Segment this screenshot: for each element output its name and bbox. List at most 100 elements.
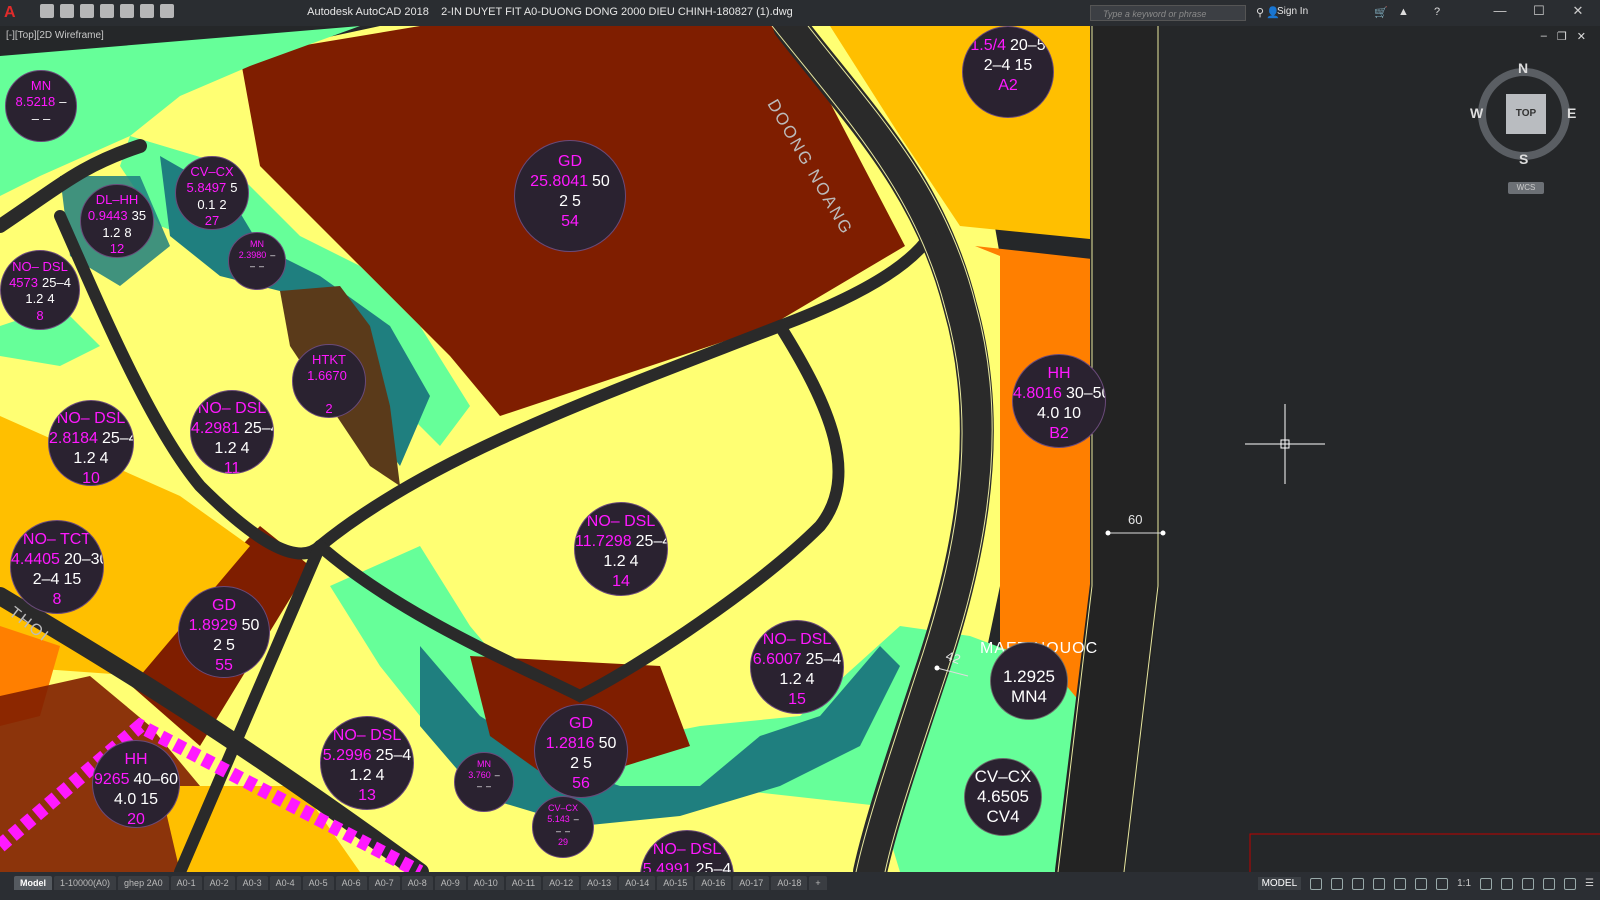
lot-label-1[interactable]: MN 8.5218– – – [5, 70, 77, 142]
mn4-area: 1.2925 [1003, 667, 1055, 686]
viewcube-east[interactable]: E [1567, 105, 1576, 121]
tab-layout[interactable]: A0-1 [170, 876, 202, 890]
annotation-scale[interactable]: 1:1 [1457, 878, 1471, 889]
hardware-accel-icon[interactable] [1543, 877, 1556, 890]
lot-label-9[interactable]: NO– DSL 4.298125–4 1.24 11 [190, 390, 274, 474]
lot-height: 2 [559, 193, 568, 210]
isolate-icon[interactable] [1522, 877, 1535, 890]
lot-label-7[interactable]: HTKT 1.6670 2 [292, 344, 366, 418]
polar-icon[interactable] [1373, 877, 1386, 890]
lot-label-4[interactable]: MN 2.3980– – – [228, 232, 286, 290]
tab-layout[interactable]: A0-7 [368, 876, 400, 890]
tab-layout[interactable]: A0-5 [302, 876, 334, 890]
tab-layout[interactable]: A0-14 [619, 876, 656, 890]
cart-icon[interactable]: 🛒 [1374, 6, 1388, 19]
plus-icon[interactable] [1501, 877, 1514, 890]
customize-menu-icon[interactable]: ☰ [1585, 878, 1594, 889]
lot-label-13[interactable]: NO– DSL 5.2996 25–4 1.2 4 13 [320, 716, 414, 810]
lot-label-16[interactable]: CV–CX 5.143– – –29 [532, 796, 594, 858]
lot-height: 2–4 [32, 571, 60, 589]
tab-layout[interactable]: A0-8 [401, 876, 433, 890]
lot-label-21[interactable]: HH 9265 40–60 4.0 15 20 [92, 740, 180, 828]
lot-label-cv4[interactable]: CV–CX 4.6505 CV4 [964, 758, 1042, 836]
lot-area: 2.3980 [238, 249, 267, 260]
lot-area: 4.4405 [11, 551, 60, 569]
snap-icon[interactable] [1331, 877, 1344, 890]
lot-area: 1.2816 [545, 735, 595, 753]
tab-layout[interactable]: A0-17 [733, 876, 770, 890]
tab-layout[interactable]: A0-13 [581, 876, 618, 890]
vp-restore-icon[interactable]: ❐ [1557, 30, 1567, 43]
lot-area-value: – [59, 94, 67, 110]
tab-layout[interactable]: A0-15 [657, 876, 694, 890]
lot-label-17[interactable]: NO– DSL 6.6007 25–4 1.2 4 15 [750, 620, 844, 714]
model-space-toggle[interactable]: MODEL [1257, 877, 1302, 890]
lot-area-value: – [270, 249, 276, 260]
add-layout-tab-button[interactable]: + [809, 876, 827, 890]
tab-layout[interactable]: A0-16 [695, 876, 732, 890]
close-icon[interactable]: ✕ [1563, 3, 1593, 19]
lot-label-mn4[interactable]: 1.2925 MN4 [990, 642, 1068, 720]
lot-label-11[interactable]: NO– DSL 11.7298 25–4 1.2 4 14 [574, 502, 668, 596]
clean-screen-icon[interactable] [1564, 877, 1577, 890]
object-snap-icon[interactable] [1415, 877, 1428, 890]
lot-label-20[interactable]: 1.5/4 20–5 2–4 15 A2 [962, 26, 1054, 118]
lot-label-12[interactable]: GD 1.8929 50 2 5 55 [178, 586, 270, 678]
help-icon[interactable]: ? [1434, 6, 1440, 18]
lot-code: NO– DSL [762, 631, 832, 649]
tab-layout[interactable]: 1-10000(A0) [54, 876, 117, 890]
tab-model[interactable]: Model [14, 876, 52, 890]
tab-layout[interactable]: ghep 2A0 [118, 876, 169, 890]
drawing-viewport[interactable]: [-][Top][2D Wireframe] – ❐ ✕ DOONG NOANG… [0, 26, 1600, 872]
window-title: Autodesk AutoCAD 2018 2-IN DUYET FIT A0-… [0, 6, 1100, 18]
isodraft-icon[interactable] [1394, 877, 1407, 890]
tab-layout[interactable]: A0-4 [269, 876, 301, 890]
tab-layout[interactable]: A0-10 [467, 876, 504, 890]
lot-height: – [31, 110, 39, 126]
lot-label-2[interactable]: CV–CX 5.8497 5 0.1 2 27 [175, 156, 249, 230]
lot-height-value: 5 [226, 637, 235, 654]
lot-number: 56 [572, 775, 590, 793]
sign-in-button[interactable]: Sign In [1277, 6, 1308, 17]
vp-minimize-icon[interactable]: – [1541, 30, 1547, 43]
binoculars-icon[interactable]: ⚲ [1256, 6, 1264, 19]
gear-icon[interactable] [1480, 877, 1493, 890]
lot-label-10[interactable]: NO– TCT 4.4405 20–30 2–4 15 8 [10, 520, 104, 614]
lot-label-14[interactable]: MN 3.760– – – [454, 752, 514, 812]
grid-icon[interactable] [1310, 877, 1323, 890]
lot-code: MN [477, 758, 491, 769]
tab-layout[interactable]: A0-12 [543, 876, 580, 890]
search-input[interactable]: Type a keyword or phrase [1090, 5, 1246, 21]
lot-label-3[interactable]: DL–HH 0.9443 35 1.2 8 12 [80, 184, 154, 258]
annotation-icon[interactable] [1436, 877, 1449, 890]
lot-area-value: – [573, 814, 579, 825]
viewcube-north[interactable]: N [1518, 60, 1528, 76]
wcs-menu[interactable]: WCS [1508, 182, 1544, 194]
view-cube[interactable]: N S W E TOP WCS [1470, 60, 1576, 194]
tab-layout[interactable]: A0-3 [236, 876, 268, 890]
viewport-label[interactable]: [-][Top][2D Wireframe] [6, 30, 104, 41]
tab-layout[interactable]: A0-11 [505, 876, 542, 890]
lot-label-8[interactable]: NO– DSL 2.818425–40 1.24 10 [48, 400, 134, 486]
lot-area: 11.7298 [575, 533, 632, 551]
viewcube-west[interactable]: W [1470, 105, 1483, 121]
viewcube-top-face[interactable]: TOP [1506, 94, 1546, 134]
lot-label-15[interactable]: GD 1.2816 50 2 5 56 [534, 704, 628, 798]
minimize-icon[interactable]: — [1485, 3, 1515, 18]
viewcube-south[interactable]: S [1519, 151, 1528, 167]
lot-height: 1.2 [25, 291, 44, 307]
lot-area: 5.8497 [186, 180, 227, 196]
tab-layout[interactable]: A0-18 [771, 876, 808, 890]
a360-icon[interactable]: ▲ [1398, 6, 1409, 18]
maximize-icon[interactable]: ☐ [1524, 3, 1554, 19]
lot-label-5[interactable]: NO– DSL 4573 25–4 1.2 4 8 [0, 250, 80, 330]
tab-layout[interactable]: A0-6 [335, 876, 367, 890]
ortho-icon[interactable] [1352, 877, 1365, 890]
tab-layout[interactable]: A0-2 [203, 876, 235, 890]
lot-label-19[interactable]: HH 4.8016 30–50 4.0 10 B2 [1012, 354, 1106, 448]
tab-layout[interactable]: A0-9 [434, 876, 466, 890]
lot-area-value: 25–4 [695, 861, 732, 872]
vp-close-icon[interactable]: ✕ [1577, 30, 1586, 43]
lot-label-6[interactable]: GD 25.8041 50 2 5 54 [514, 140, 626, 252]
lot-height: 2 [213, 637, 222, 654]
